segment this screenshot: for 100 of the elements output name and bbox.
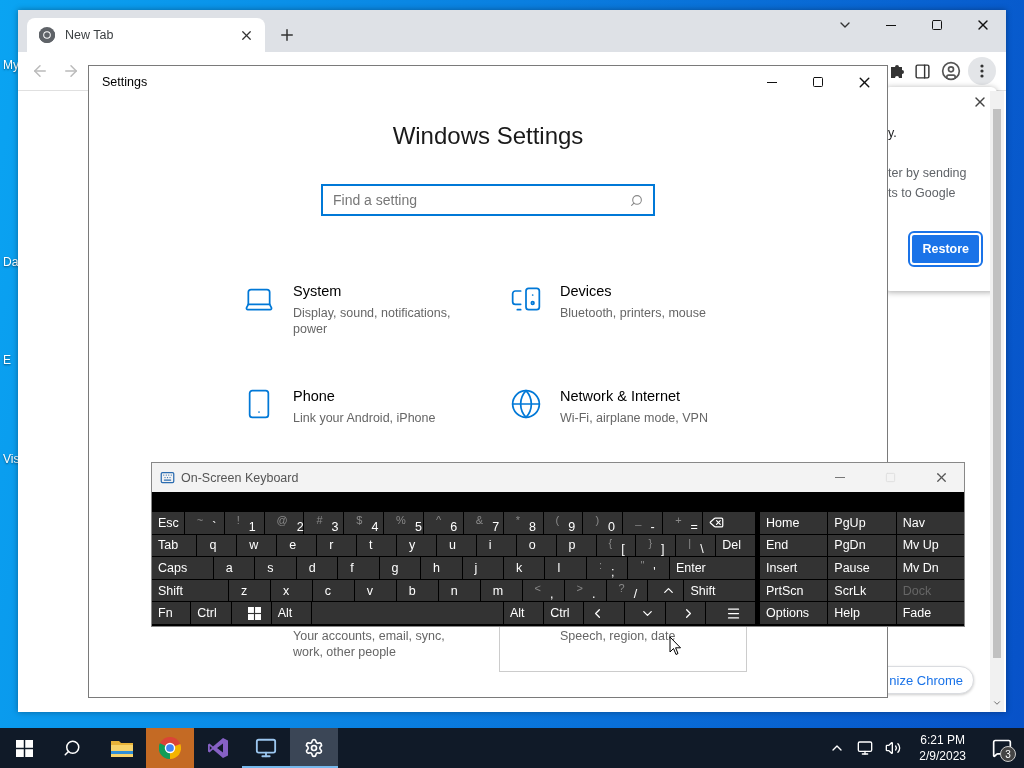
keyboard-key[interactable]: p	[556, 534, 596, 557]
plus-icon	[278, 26, 296, 44]
keyboard-key[interactable]: ~ `	[184, 512, 224, 534]
keyboard-key[interactable]: l	[545, 557, 586, 579]
desktop-icon-label: Da	[3, 255, 19, 269]
keyboard-key[interactable]: f	[338, 557, 379, 579]
scrollbar[interactable]	[990, 91, 1004, 712]
keyboard-key[interactable]: PgDn	[828, 534, 896, 557]
keyboard-key[interactable]: # 3	[304, 512, 344, 534]
keyboard-key[interactable]: ! 1	[224, 512, 264, 534]
keyboard-key[interactable]: Del	[716, 534, 756, 557]
keyboard-key[interactable]: " '	[628, 557, 669, 579]
keyboard-key[interactable]: k	[504, 557, 545, 579]
keyboard-key[interactable]: { [	[596, 534, 636, 557]
keyboard-key[interactable]: r	[317, 534, 357, 557]
keyboard-key[interactable]: + =	[663, 512, 702, 534]
popup-text: ter by sending	[888, 165, 968, 182]
keyboard-key[interactable]: Ctrl	[544, 602, 584, 624]
windows-logo-icon	[15, 739, 33, 757]
backspace-key[interactable]	[703, 512, 756, 534]
arrow-key[interactable]	[648, 579, 684, 602]
menu-icon	[726, 605, 742, 621]
keyboard-key[interactable]: Help	[828, 602, 896, 624]
keyboard-key[interactable]: j	[462, 557, 503, 579]
keyboard-key[interactable]: Mv Up	[896, 534, 964, 557]
keyboard-key[interactable]: Fade	[896, 602, 964, 624]
windows-key[interactable]	[231, 602, 271, 624]
keyboard-key[interactable]: Caps	[152, 557, 213, 579]
keyboard-key[interactable]: | \	[676, 534, 716, 557]
keyboard-key[interactable]: x	[270, 579, 312, 602]
keyboard-key[interactable]: a	[213, 557, 255, 579]
notifications-button[interactable]: 3	[980, 728, 1024, 768]
keyboard-key[interactable]: s	[255, 557, 296, 579]
keyboard-key[interactable]: ( 9	[543, 512, 583, 534]
keyboard-key[interactable]: m	[480, 579, 522, 602]
keyboard-key[interactable]: : ;	[586, 557, 628, 579]
keyboard-key[interactable]: h	[421, 557, 462, 579]
keyboard-key[interactable]: _ -	[623, 512, 663, 534]
taskbar-app[interactable]	[290, 728, 338, 768]
keyboard-key[interactable]: Enter	[669, 557, 755, 579]
keyboard-key[interactable]: u	[436, 534, 476, 557]
search-field[interactable]: Find a setting	[321, 184, 655, 216]
settings-category[interactable]: Phone Link your Android, iPhone	[232, 379, 480, 454]
keyboard-key[interactable]: > .	[564, 579, 606, 602]
keyboard-key[interactable]: ) 0	[583, 512, 623, 534]
menu-key[interactable]	[706, 602, 756, 624]
keyboard-key[interactable]: Ctrl	[191, 602, 231, 624]
keyboard-key[interactable]: t	[357, 534, 396, 557]
browser-tab[interactable]: New Tab	[27, 18, 265, 52]
keyboard-key[interactable]: End	[760, 534, 828, 557]
keyboard-key[interactable]: ^ 6	[423, 512, 463, 534]
keyboard-key[interactable]: Nav	[896, 512, 964, 534]
keyboard-key[interactable]: $ 4	[344, 512, 384, 534]
arrow-key[interactable]	[665, 602, 706, 624]
desktop-icon-label: My	[3, 58, 19, 72]
customize-button[interactable]: nize Chrome	[886, 666, 974, 694]
keyboard-key[interactable]: & 7	[463, 512, 503, 534]
restore-button[interactable]: Restore	[910, 233, 981, 265]
settings-category[interactable]: Devices Bluetooth, printers, mouse	[499, 274, 747, 349]
globe-icon	[510, 388, 542, 420]
keyboard-key[interactable]: Alt	[271, 602, 311, 624]
keyboard-key[interactable]: z	[228, 579, 270, 602]
keyboard-key[interactable]: Fn	[152, 602, 191, 624]
clock[interactable]: 6:21 PM 2/9/2023	[909, 732, 976, 764]
arrow-key[interactable]	[584, 602, 624, 624]
keyboard-key[interactable]: g	[379, 557, 421, 579]
settings-category[interactable]: System Display, sound, notifications, power	[232, 274, 480, 349]
keyboard-key[interactable]: Tab	[152, 534, 197, 557]
keyboard-key[interactable]: Pause	[828, 557, 896, 579]
keyboard-key[interactable]: } ]	[636, 534, 676, 557]
settings-category[interactable]: Network & Internet Wi-Fi, airplane mode, VPN	[499, 379, 747, 454]
keyboard-key[interactable]: ? /	[606, 579, 648, 602]
keyboard-key[interactable]: c	[312, 579, 354, 602]
keyboard-key[interactable]: ScrLk	[828, 579, 896, 602]
keyboard-key[interactable]: o	[516, 534, 556, 557]
keyboard-key[interactable]: Home	[760, 512, 828, 534]
keyboard-key[interactable]: i	[476, 534, 516, 557]
keyboard-key[interactable]: Insert	[760, 557, 828, 579]
keyboard-key[interactable]: Mv Dn	[896, 557, 964, 579]
keyboard-key[interactable]: y	[396, 534, 436, 557]
keyboard-key[interactable]: d	[296, 557, 338, 579]
keyboard-key[interactable]: Shift	[152, 579, 228, 602]
keyboard-key[interactable]: < ,	[522, 579, 564, 602]
popup-text: ts to Google	[888, 185, 957, 202]
keyboard-key[interactable]: w	[237, 534, 277, 557]
keyboard-key[interactable]: Esc	[152, 512, 184, 534]
keyboard-key[interactable]: e	[277, 534, 317, 557]
keyboard-key[interactable]: Alt	[504, 602, 544, 624]
keyboard-key[interactable]: q	[197, 534, 237, 557]
keyboard-key[interactable]: b	[396, 579, 438, 602]
keyboard-key[interactable]: Shift	[684, 579, 756, 602]
keyboard-key[interactable]: % 5	[384, 512, 423, 534]
keyboard-key[interactable]: PrtScn	[760, 579, 828, 602]
keyboard-key[interactable]: * 8	[503, 512, 543, 534]
search-icon	[630, 194, 643, 207]
keyboard-key[interactable]: Options	[760, 602, 828, 624]
keyboard-key[interactable]: @ 2	[264, 512, 304, 534]
keyboard-key[interactable]: v	[354, 579, 396, 602]
keyboard-key[interactable]: PgUp	[828, 512, 896, 534]
keyboard-key[interactable]: n	[438, 579, 480, 602]
